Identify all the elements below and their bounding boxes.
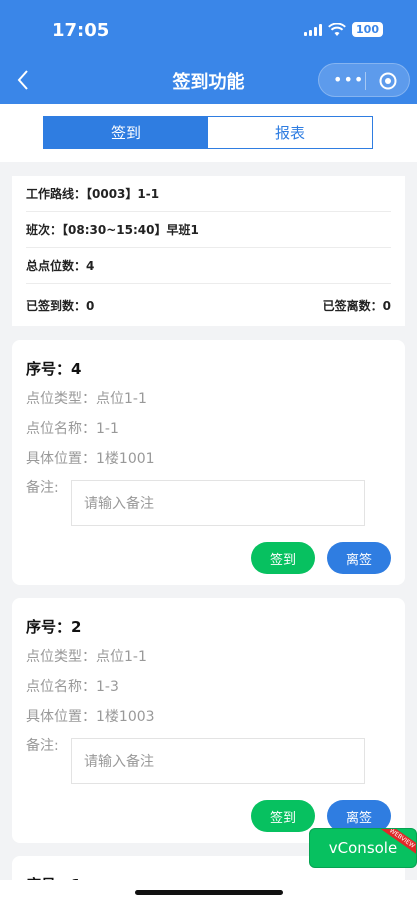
close-miniprogram-button[interactable] bbox=[379, 72, 397, 90]
point-location: 具体位置：1楼1001 bbox=[26, 451, 155, 467]
tab-bar: 签到 报表 bbox=[0, 104, 417, 162]
status-time: 17:05 bbox=[52, 20, 110, 41]
capsule-divider bbox=[365, 72, 366, 90]
route-text: 工作路线：【0003】1-1 bbox=[26, 187, 160, 201]
wifi-icon bbox=[328, 22, 346, 36]
signal-icon bbox=[304, 23, 323, 36]
point-name: 点位名称：1-3 bbox=[26, 679, 119, 695]
tab-sign-in[interactable]: 签到 bbox=[44, 117, 208, 148]
tab-report[interactable]: 报表 bbox=[208, 117, 372, 148]
sign-in-button[interactable]: 签到 bbox=[251, 800, 315, 832]
summary-row-shift: 班次：【08:30~15:40】早班1 bbox=[26, 212, 391, 248]
sign-out-button[interactable]: 离签 bbox=[327, 542, 391, 574]
shift-text: 班次：【08:30~15:40】早班1 bbox=[26, 223, 199, 237]
summary-row-total: 总点位数：4 bbox=[26, 248, 391, 284]
battery-icon: 100 bbox=[352, 22, 383, 37]
point-location: 具体位置：1楼1003 bbox=[26, 709, 155, 725]
home-indicator[interactable] bbox=[135, 890, 283, 895]
point-card: 序号：4 点位类型：点位1-1 点位名称：1-1 具体位置：1楼1001 备注:… bbox=[12, 340, 405, 585]
note-label: 备注: bbox=[26, 738, 59, 754]
app-header: 17:05 100 签到功能 ••• bbox=[0, 0, 417, 104]
point-type: 点位类型：点位1-1 bbox=[26, 649, 147, 665]
note-input[interactable]: 请输入备注 bbox=[71, 480, 365, 526]
route-summary: 工作路线：【0003】1-1 班次：【08:30~15:40】早班1 总点位数：… bbox=[12, 176, 405, 326]
vconsole-button[interactable]: vConsole WEBVIEW bbox=[309, 828, 417, 868]
sign-in-button[interactable]: 签到 bbox=[251, 542, 315, 574]
mini-program-capsule: ••• bbox=[318, 63, 410, 97]
summary-row-counts: 已签到数：0 已签离数：0 bbox=[26, 287, 391, 323]
note-input[interactable]: 请输入备注 bbox=[71, 738, 365, 784]
point-card: 序号：2 点位类型：点位1-1 点位名称：1-3 具体位置：1楼1003 备注:… bbox=[12, 598, 405, 843]
signed-out-count: 已签离数：0 bbox=[322, 298, 391, 313]
total-points-text: 总点位数：4 bbox=[26, 259, 95, 273]
point-name: 点位名称：1-1 bbox=[26, 421, 119, 437]
point-type: 点位类型：点位1-1 bbox=[26, 391, 147, 407]
vconsole-label: vConsole bbox=[328, 839, 398, 857]
segmented-tabs: 签到 报表 bbox=[43, 116, 373, 149]
point-seq: 序号：4 bbox=[26, 360, 82, 378]
note-label: 备注: bbox=[26, 480, 59, 496]
more-button[interactable]: ••• bbox=[333, 70, 364, 89]
signed-in-count: 已签到数：0 bbox=[26, 298, 95, 313]
status-icons: 100 bbox=[304, 22, 383, 37]
summary-row-route: 工作路线：【0003】1-1 bbox=[26, 176, 391, 212]
point-seq: 序号：2 bbox=[26, 618, 82, 636]
